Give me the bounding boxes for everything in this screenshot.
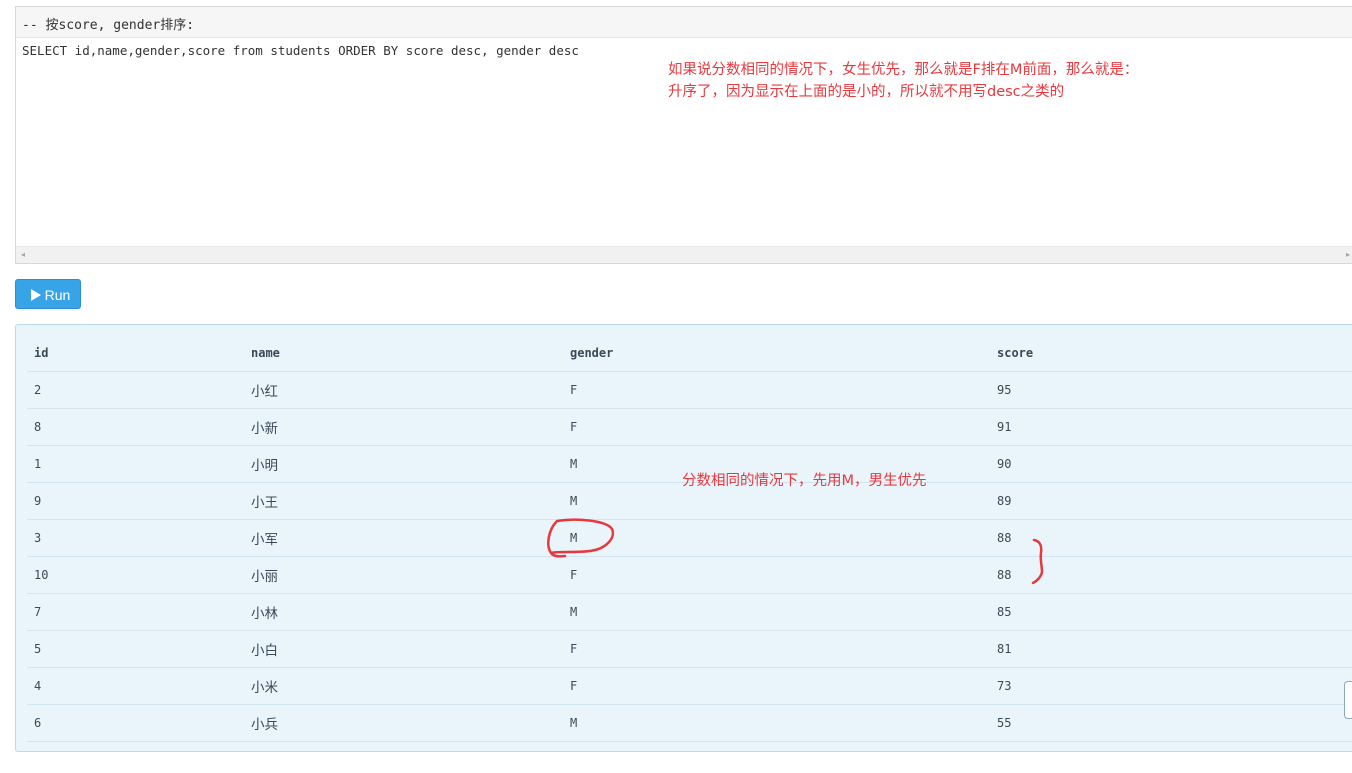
table-row: 10 小丽 F 88 xyxy=(27,556,1352,594)
side-feedback-tab[interactable] xyxy=(1344,681,1352,719)
cell-name: 小米 xyxy=(244,667,563,705)
run-button[interactable]: Run xyxy=(15,279,81,309)
cell-id: 9 xyxy=(27,482,244,520)
cell-name: 小红 xyxy=(244,371,563,409)
cell-name: 小新 xyxy=(244,408,563,446)
cell-id: 3 xyxy=(27,519,244,557)
table-row: 4 小米 F 73 xyxy=(27,667,1352,705)
cell-name: 小白 xyxy=(244,630,563,668)
cell-name: 小丽 xyxy=(244,556,563,594)
scroll-right-icon[interactable]: ▸ xyxy=(1346,250,1350,260)
annotation-line-2: 升序了，因为显示在上面的是小的，所以就不用写desc之类的 xyxy=(668,84,1065,100)
annotation-note-middle: 分数相同的情况下，先用M，男生优先 xyxy=(682,473,927,489)
annotation-line-1: 如果说分数相同的情况下，女生优先，那么就是F排在M前面，那么就是： xyxy=(668,62,1139,78)
cell-name: 小林 xyxy=(244,593,563,631)
cell-id: 8 xyxy=(27,408,244,446)
cell-score: 89 xyxy=(990,482,1352,520)
result-table: id name gender score 2 小红 F 95 8 小新 F 91 xyxy=(27,335,1352,742)
cell-gender: M xyxy=(563,593,990,631)
annotation-note-top: 如果说分数相同的情况下，女生优先，那么就是F排在M前面，那么就是： 升序了，因为… xyxy=(668,59,1138,103)
cell-id: 1 xyxy=(27,445,244,483)
cell-gender: M xyxy=(563,519,990,557)
sql-exercise-page: -- 按score, gender排序: SELECT id,name,gend… xyxy=(0,0,1352,773)
cell-score: 55 xyxy=(990,704,1352,742)
header-score: score xyxy=(990,335,1352,372)
cell-name: 小明 xyxy=(244,445,563,483)
cell-gender: F xyxy=(563,667,990,705)
horizontal-scrollbar[interactable]: ◂ ▸ xyxy=(16,246,1352,263)
cell-gender: M xyxy=(563,704,990,742)
cell-score: 85 xyxy=(990,593,1352,631)
cell-gender: F xyxy=(563,408,990,446)
cell-score: 88 xyxy=(990,556,1352,594)
cell-id: 5 xyxy=(27,630,244,668)
table-row: 3 小军 M 88 xyxy=(27,519,1352,557)
editor-comment: -- 按score, gender排序: xyxy=(16,7,1352,38)
header-name: name xyxy=(244,335,563,372)
cell-id: 6 xyxy=(27,704,244,742)
cell-id: 2 xyxy=(27,371,244,409)
scroll-left-icon[interactable]: ◂ xyxy=(21,250,25,260)
cell-id: 10 xyxy=(27,556,244,594)
cell-score: 81 xyxy=(990,630,1352,668)
cell-name: 小军 xyxy=(244,519,563,557)
table-row: 8 小新 F 91 xyxy=(27,408,1352,446)
sql-editor[interactable]: -- 按score, gender排序: SELECT id,name,gend… xyxy=(15,6,1352,264)
header-id: id xyxy=(27,335,244,372)
table-row: 7 小林 M 85 xyxy=(27,593,1352,631)
table-row: 2 小红 F 95 xyxy=(27,371,1352,409)
table-header-row: id name gender score xyxy=(27,335,1352,372)
cell-score: 73 xyxy=(990,667,1352,705)
table-row: 5 小白 F 81 xyxy=(27,630,1352,668)
play-icon xyxy=(30,289,41,301)
cell-gender: F xyxy=(563,556,990,594)
cell-gender: F xyxy=(563,630,990,668)
table-row: 6 小兵 M 55 xyxy=(27,704,1352,742)
cell-score: 88 xyxy=(990,519,1352,557)
cell-id: 4 xyxy=(27,667,244,705)
cell-name: 小王 xyxy=(244,482,563,520)
cell-score: 95 xyxy=(990,371,1352,409)
cell-score: 91 xyxy=(990,408,1352,446)
cell-gender: F xyxy=(563,371,990,409)
cell-id: 7 xyxy=(27,593,244,631)
cropped-footer-text xyxy=(15,766,815,773)
header-gender: gender xyxy=(563,335,990,372)
cell-name: 小兵 xyxy=(244,704,563,742)
run-button-label: Run xyxy=(44,287,71,303)
result-panel: id name gender score 2 小红 F 95 8 小新 F 91 xyxy=(15,324,1352,752)
cell-score: 90 xyxy=(990,445,1352,483)
